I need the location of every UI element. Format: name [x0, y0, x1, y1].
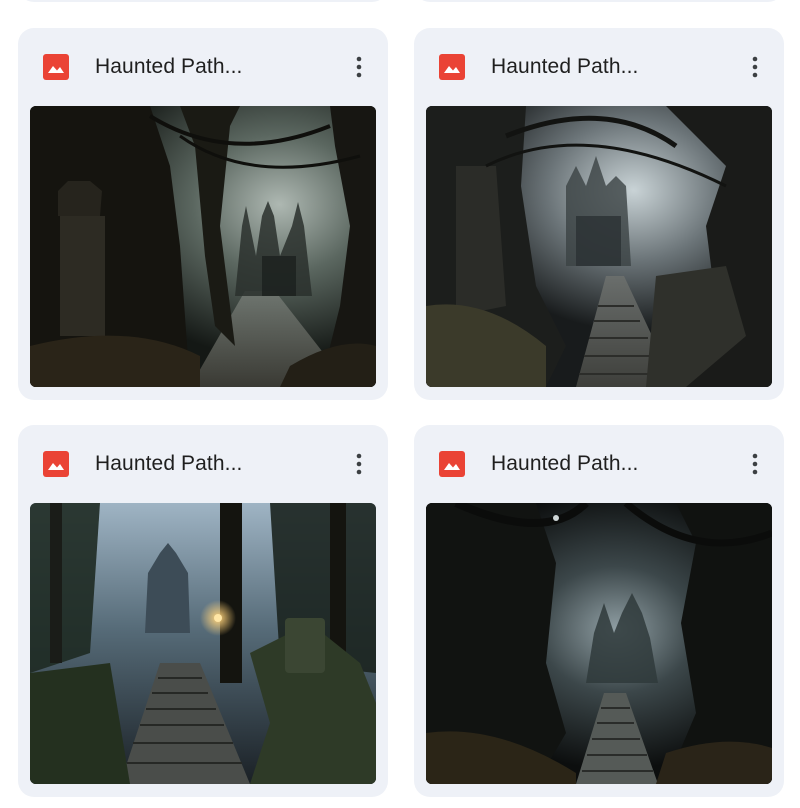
- file-title[interactable]: Haunted Path...: [491, 55, 731, 79]
- image-thumbnail[interactable]: [30, 106, 376, 387]
- image-file-icon: [439, 451, 465, 477]
- more-vert-icon[interactable]: [740, 50, 770, 84]
- file-title[interactable]: Haunted Path...: [95, 452, 335, 476]
- file-card-partial[interactable]: [414, 0, 784, 2]
- file-card-header: Haunted Path...: [18, 425, 388, 501]
- image-thumbnail[interactable]: [426, 503, 772, 784]
- file-card[interactable]: Haunted Path...: [414, 28, 784, 400]
- image-file-icon: [439, 54, 465, 80]
- file-card-header: Haunted Path...: [414, 28, 784, 104]
- file-card-partial[interactable]: [18, 0, 388, 2]
- file-card-header: Haunted Path...: [414, 425, 784, 501]
- file-card-header: Haunted Path...: [18, 28, 388, 104]
- file-title[interactable]: Haunted Path...: [95, 55, 335, 79]
- file-card[interactable]: Haunted Path...: [414, 425, 784, 797]
- file-card[interactable]: Haunted Path...: [18, 425, 388, 797]
- file-card[interactable]: Haunted Path...: [18, 28, 388, 400]
- more-vert-icon[interactable]: [344, 447, 374, 481]
- image-thumbnail[interactable]: [30, 503, 376, 784]
- image-file-icon: [43, 54, 69, 80]
- more-vert-icon[interactable]: [344, 50, 374, 84]
- file-title[interactable]: Haunted Path...: [491, 452, 731, 476]
- image-thumbnail[interactable]: [426, 106, 772, 387]
- more-vert-icon[interactable]: [740, 447, 770, 481]
- image-file-icon: [43, 451, 69, 477]
